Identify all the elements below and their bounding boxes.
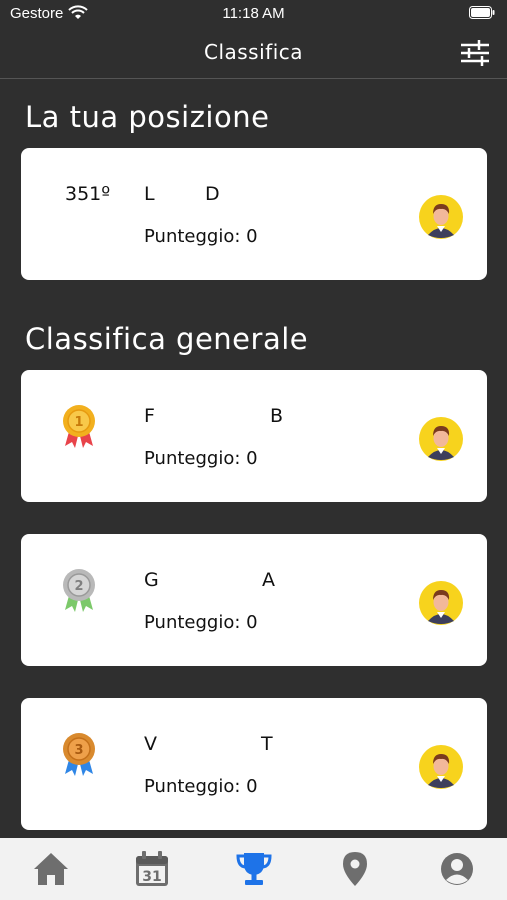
bronze-medal-icon: 3	[63, 733, 95, 776]
map-pin-icon[interactable]	[335, 850, 375, 888]
first-name: L	[144, 183, 155, 205]
avatar-icon	[419, 745, 463, 789]
score-label: Punteggio: 0	[144, 612, 258, 633]
avatar-icon	[419, 417, 463, 461]
status-bar: Gestore 11:18 AM	[0, 0, 507, 28]
page-title: Classifica	[203, 40, 304, 64]
first-name: V	[144, 733, 157, 755]
battery-icon	[469, 6, 495, 19]
leaderboard-row[interactable]: 2 G A Punteggio: 0	[21, 534, 487, 666]
last-name: T	[261, 733, 273, 755]
last-name: B	[270, 405, 284, 427]
avatar-icon	[419, 195, 463, 239]
last-name: A	[262, 569, 275, 591]
rank-label: 351º	[65, 183, 111, 205]
silver-medal-icon: 2	[63, 569, 95, 612]
user-icon[interactable]	[437, 850, 477, 888]
last-name: D	[205, 183, 220, 205]
medal-number: 1	[74, 415, 83, 430]
trophy-icon[interactable]	[234, 850, 274, 888]
tab-bar: 31	[0, 838, 507, 900]
leaderboard-row[interactable]: 1 F B Punteggio: 0	[21, 370, 487, 502]
nav-bar: Classifica	[0, 28, 507, 79]
score-label: Punteggio: 0	[144, 776, 258, 797]
first-name: G	[144, 569, 159, 591]
gold-medal-icon: 1	[63, 405, 95, 448]
avatar-icon	[419, 581, 463, 625]
my-position-card[interactable]: 351º L D Punteggio: 0	[21, 148, 487, 280]
leaderboard-title: Classifica generale	[25, 322, 309, 356]
first-name: F	[144, 405, 155, 427]
score-label: Punteggio: 0	[144, 226, 258, 247]
medal-number: 3	[74, 743, 83, 758]
medal-number: 2	[74, 579, 83, 594]
status-time: 11:18 AM	[222, 5, 285, 22]
calendar-icon[interactable]: 31	[132, 850, 172, 888]
my-position-title: La tua posizione	[25, 100, 270, 134]
home-icon[interactable]	[31, 850, 71, 888]
calendar-day: 31	[142, 869, 161, 885]
filter-icon[interactable]	[459, 39, 491, 67]
leaderboard-row[interactable]: 3 V T Punteggio: 0	[21, 698, 487, 830]
score-label: Punteggio: 0	[144, 448, 258, 469]
